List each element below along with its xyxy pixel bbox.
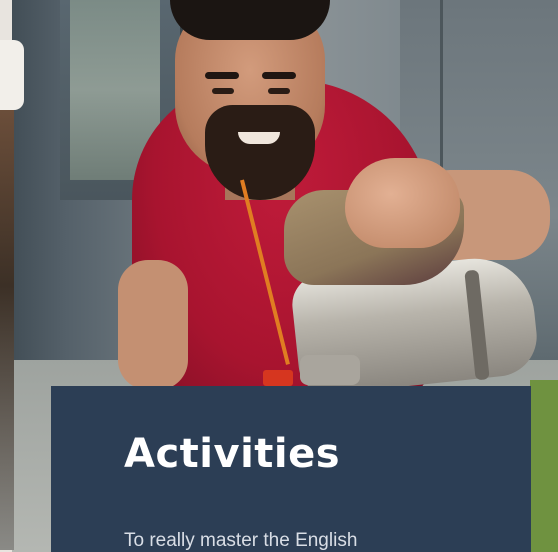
photo-man-right-eye [268, 88, 290, 94]
photo-man-hand [345, 158, 460, 248]
photo-man-hair [170, 0, 330, 40]
photo-left-wall-edge [0, 40, 24, 110]
photo-man-left-brow [205, 72, 239, 79]
photo-tea-pot-spout [300, 355, 360, 385]
activities-title: Activities [124, 431, 341, 477]
photo-greenery [530, 380, 558, 552]
activities-description: To really master the English [124, 530, 358, 551]
photo-man-smile [238, 132, 280, 144]
photo-man-left-eye [212, 88, 234, 94]
page-viewport: Activities To really master the English [0, 0, 558, 552]
photo-man-right-brow [262, 72, 296, 79]
photo-background-person [0, 110, 14, 550]
photo-man-left-arm [118, 260, 188, 390]
activities-card: Activities To really master the English [51, 386, 531, 552]
photo-lanyard-tag [263, 370, 293, 386]
